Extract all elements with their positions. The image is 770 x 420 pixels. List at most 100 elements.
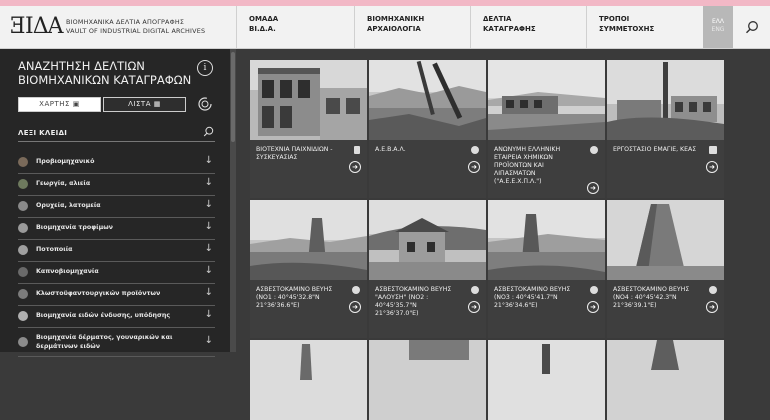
card-title: ΑΣΒΕΣΤΟΚΑΜΙΝΟ ΒΕΥΗΣ (ΝΟ1 : 40°45'32.8"N … [256, 286, 333, 309]
card-photo[interactable] [488, 340, 605, 420]
card-photo[interactable] [488, 200, 605, 280]
card-title: ΑΣΒΕΣΤΟΚΑΜΙΝΟ ΒΕΥΗΣ (ΝΟ4 : 40°45'42.3"N … [613, 286, 690, 309]
arrow-down-icon: ↓ [204, 309, 213, 320]
category-item[interactable]: Ορυχεία, λατομεία ↓ [18, 196, 215, 218]
site-logo[interactable]: ƎΙΔΑ ΒΙΟΜΗΧΑΝΙΚΑ ΔΕΛΤΙΑ ΑΠΟΓΡΑΦΗΣ VAULT … [10, 14, 230, 42]
arrow-right-icon[interactable]: ➜ [349, 301, 361, 313]
arrow-down-icon: ↓ [204, 155, 213, 166]
category-color-dot [18, 267, 28, 277]
arrow-right-icon[interactable]: ➜ [468, 161, 480, 173]
lang-el[interactable]: ΕΛΛ [703, 18, 733, 26]
category-color-dot [18, 289, 28, 299]
arrow-right-icon[interactable]: ➜ [587, 182, 599, 194]
document-icon [709, 146, 717, 154]
nav-label: ΣΥΜΜΕΤΟΧΗΣ [599, 25, 655, 33]
list-toggle-label: ΛΙΣΤΑ [128, 100, 151, 108]
arrow-down-icon: ↓ [204, 335, 213, 346]
category-item[interactable]: Καπνοβιομηχανία ↓ [18, 262, 215, 284]
category-color-dot [18, 157, 28, 167]
search-sidebar: ΑΝΑΖΗΤΗΣΗ ΔΕΛΤΙΩΝ ΒΙΟΜΗΧΑΝΙΚΩΝ ΚΑΤΑΓΡΑΦΩ… [0, 49, 230, 357]
arrow-right-icon[interactable]: ➜ [706, 161, 718, 173]
sidebar-title: ΑΝΑΖΗΤΗΣΗ ΔΕΛΤΙΩΝ ΒΙΟΜΗΧΑΝΙΚΩΝ ΚΑΤΑΓΡΑΦΩ… [18, 59, 191, 87]
arrow-right-icon[interactable]: ➜ [468, 301, 480, 313]
site-header: ƎΙΔΑ ΒΙΟΜΗΧΑΝΙΚΑ ΔΕΛΤΙΑ ΑΠΟΓΡΑΦΗΣ VAULT … [0, 6, 770, 49]
sidebar-title-line: ΒΙΟΜΗΧΑΝΙΚΩΝ ΚΑΤΑΓΡΑΦΩΝ [18, 73, 192, 87]
arrow-right-icon[interactable]: ➜ [349, 161, 361, 173]
arrow-down-icon: ↓ [204, 243, 213, 254]
keywords-input-underline[interactable] [18, 141, 215, 142]
category-badge-icon [471, 286, 479, 294]
info-icon[interactable]: i [197, 60, 213, 76]
search-icon[interactable] [203, 126, 214, 137]
category-color-dot [18, 179, 28, 189]
card-photo[interactable] [250, 200, 367, 280]
list-view-toggle[interactable]: ΛΙΣΤΑ ▦ [103, 97, 186, 112]
category-item[interactable]: Ποτοποιία ↓ [18, 240, 215, 262]
nav-item-participation[interactable]: ΤΡΟΠΟΙ ΣΥΜΜΕΤΟΧΗΣ [586, 6, 703, 48]
map-toggle-label: ΧΑΡΤΗΣ [39, 100, 70, 108]
category-label: Προβιομηχανικό [36, 158, 95, 165]
card-caption: ΑΣΒΕΣΤΟΚΑΜΙΝΟ ΒΕΥΗΣ (ΝΟ1 : 40°45'32.8"N … [250, 280, 367, 338]
nav-label: ΔΕΛΤΙΑ [483, 15, 512, 23]
card-title: ΑΣΒΕΣΤΟΚΑΜΙΝΟ ΒΕΥΗΣ (ΝΟ3 : 40°45'41.7"N … [494, 286, 571, 309]
category-item[interactable]: Γεωργία, αλιεία ↓ [18, 174, 215, 196]
arrow-down-icon: ↓ [204, 199, 213, 210]
lang-en[interactable]: ENG [703, 26, 733, 34]
category-label: Καπνοβιομηχανία [36, 268, 99, 275]
nav-item-industrial-archaeology[interactable]: ΒΙΟΜΗΧΑΝΙΚΗ ΑΡΧΑΙΟΛΟΓΙΑ [354, 6, 470, 48]
card-caption: ΑΣΒΕΣΤΟΚΑΜΙΝΟ ΒΕΥΗΣ (ΝΟ3 : 40°45'41.7"N … [488, 280, 605, 338]
category-badge-icon [590, 286, 598, 294]
map-view-toggle[interactable]: ΧΑΡΤΗΣ ▣ [18, 97, 101, 112]
card-caption: Α.Ε.Β.Α.Λ. ➜ [369, 140, 486, 198]
nav-label: ΒΙ.Δ.Α. [249, 25, 276, 33]
category-color-dot [18, 245, 28, 255]
arrow-right-icon[interactable]: ➜ [587, 301, 599, 313]
language-switcher[interactable]: ΕΛΛ ENG [703, 6, 733, 48]
nav-label: ΚΑΤΑΓΡΑΦΗΣ [483, 25, 536, 33]
card-photo[interactable] [369, 200, 486, 280]
reset-icon[interactable] [197, 96, 213, 112]
category-item[interactable]: Κλωστοϋφαντουργικών προϊόντων ↓ [18, 284, 215, 306]
nav-label: ΒΙΟΜΗΧΑΝΙΚΗ [367, 15, 425, 23]
arrow-down-icon: ↓ [204, 221, 213, 232]
card-photo[interactable] [250, 340, 367, 420]
arrow-right-icon[interactable]: ➜ [706, 301, 718, 313]
category-badge-icon [709, 286, 717, 294]
card-caption: ΑΝΩΝΥΜΗ ΕΛΛΗΝΙΚΗ ΕΤΑΙΡΕΙΑ ΧΗΜΙΚΩΝ ΠΡΟΪΟΝ… [488, 140, 605, 198]
card-photo[interactable] [369, 340, 486, 420]
category-label: Ποτοποιία [36, 246, 73, 253]
category-label: Βιομηχανία τροφίμων [36, 224, 113, 231]
nav-item-record-sheets[interactable]: ΔΕΛΤΙΑ ΚΑΤΑΓΡΑΦΗΣ [470, 6, 586, 48]
keywords-label: ΛΕΞΙ ΚΛΕΙΔΙ [18, 129, 68, 137]
category-color-dot [18, 223, 28, 233]
card-caption: ΑΣΒΕΣΤΟΚΑΜΙΝΟ ΒΕΥΗΣ "ΑΛΟΥΣΗ" (ΝΟ2 : 40°4… [369, 280, 486, 338]
nav-item-team[interactable]: ΟΜΑΔΑ ΒΙ.Δ.Α. [236, 6, 354, 48]
card-photo[interactable] [607, 340, 724, 420]
card-photo[interactable] [250, 60, 367, 140]
category-item[interactable]: Βιομηχανία τροφίμων ↓ [18, 218, 215, 240]
card-photo[interactable] [488, 60, 605, 140]
logo-mark: ƎΙΔΑ [10, 14, 64, 39]
category-item[interactable]: Βιομηχανία δέρματος, γουναρικών και δερμ… [18, 328, 215, 357]
header-search-button[interactable] [733, 6, 770, 48]
category-item[interactable]: Βιομηχανία ειδών ένδυσης, υπόδησης ↓ [18, 306, 215, 328]
nav-label: ΤΡΟΠΟΙ [599, 15, 630, 23]
arrow-down-icon: ↓ [204, 265, 213, 276]
card-title: ΕΡΓΟΣΤΑΣΙΟ ΕΜΑΓΙΕ, ΚΕΑΣ [613, 146, 697, 153]
card-photo[interactable] [607, 200, 724, 280]
card-title: Α.Ε.Β.Α.Λ. [375, 146, 406, 153]
card-photo[interactable] [607, 60, 724, 140]
card-photo[interactable] [369, 60, 486, 140]
category-label: Βιομηχανία δέρματος, γουναρικών και δερμ… [36, 334, 173, 350]
category-item[interactable]: Προβιομηχανικό ↓ [18, 152, 215, 174]
sidebar-scrollbar-thumb[interactable] [231, 52, 235, 142]
card-caption: ΒΙΟΤΕΧΝΙΑ ΠΑΙΧΝΙΔΙΩΝ - ΣΥΣΚΕΥΑΣΙΑΣ ➜ [250, 140, 367, 198]
category-color-dot [18, 337, 28, 347]
grid-icon: ▦ [153, 100, 161, 108]
category-label: Βιομηχανία ειδών ένδυσης, υπόδησης [36, 312, 171, 319]
card-title: ΒΙΟΤΕΧΝΙΑ ΠΑΙΧΝΙΔΙΩΝ - ΣΥΣΚΕΥΑΣΙΑΣ [256, 146, 333, 161]
arrow-down-icon: ↓ [204, 287, 213, 298]
logo-line-english: VAULT OF INDUSTRIAL DIGITAL ARCHIVES [66, 27, 206, 35]
card-title: ΑΝΩΝΥΜΗ ΕΛΛΗΝΙΚΗ ΕΤΑΙΡΕΙΑ ΧΗΜΙΚΩΝ ΠΡΟΪΟΝ… [494, 146, 561, 185]
nav-label: ΑΡΧΑΙΟΛΟΓΙΑ [367, 25, 421, 33]
